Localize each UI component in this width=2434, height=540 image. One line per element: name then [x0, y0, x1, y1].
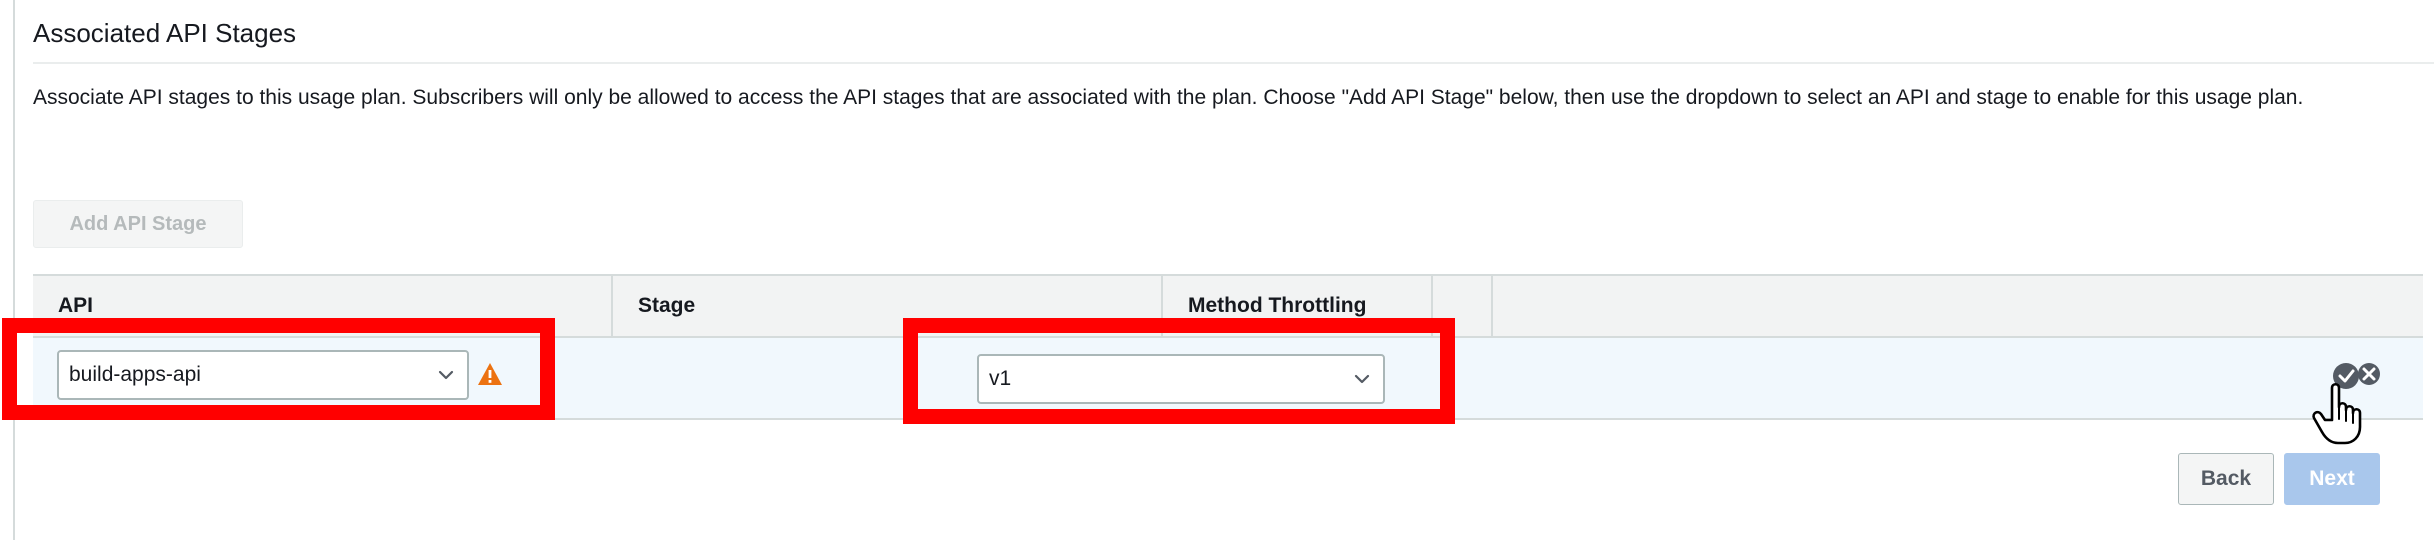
- associated-api-stages-panel: Associated API Stages Associate API stag…: [0, 0, 2434, 540]
- hand-cursor-icon: [2312, 382, 2362, 445]
- next-button[interactable]: Next: [2284, 453, 2380, 505]
- section-description: Associate API stages to this usage plan.…: [33, 86, 2304, 109]
- section-title: Associated API Stages: [33, 18, 297, 48]
- row-actions[interactable]: [2290, 355, 2380, 445]
- column-header-actions: [1493, 276, 1583, 336]
- title-divider: [33, 62, 2434, 64]
- back-button[interactable]: Back: [2178, 453, 2274, 505]
- highlight-box-stage: [903, 318, 1455, 424]
- left-divider: [13, 0, 15, 540]
- remove-icon: [2358, 363, 2380, 385]
- add-api-stage-button[interactable]: Add API Stage: [33, 200, 243, 248]
- highlight-box-api: [2, 318, 555, 420]
